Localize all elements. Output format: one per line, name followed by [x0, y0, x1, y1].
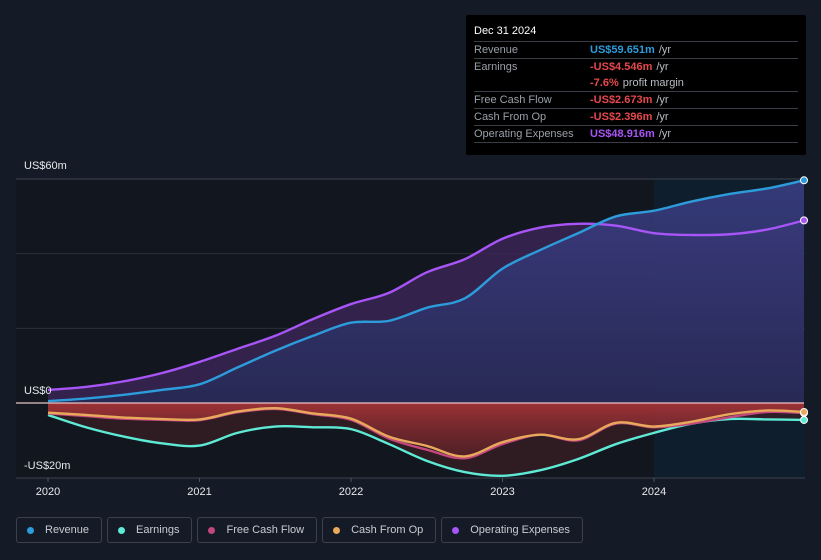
legend-item-cash-from-op[interactable]: Cash From Op — [322, 517, 437, 543]
endpoint-earnings — [800, 415, 808, 424]
legend: Revenue Earnings Free Cash Flow Cash From O… — [16, 517, 583, 543]
tooltip-row: Cash From Op -US$2.396m/yr — [474, 108, 798, 125]
tooltip-row: -7.6% profit margin — [474, 75, 798, 91]
tooltip-row-unit: /yr — [658, 44, 672, 56]
endpoint-operating-expenses — [800, 216, 808, 225]
tooltip-date: Dec 31 2024 — [474, 25, 537, 37]
tooltip-row-unit: /yr — [658, 128, 672, 140]
x-tick-label: 2020 — [36, 486, 60, 498]
legend-dot-icon — [27, 526, 34, 534]
tooltip-row-label: Cash From Op — [474, 111, 547, 123]
tooltip-row-label: Free Cash Flow — [474, 94, 552, 106]
x-tick-label: 2023 — [490, 486, 514, 498]
tooltip-row-value: US$59.651m — [590, 44, 655, 56]
tooltip-row-unit: /yr — [656, 111, 669, 123]
tooltip-row-label: Earnings — [474, 61, 518, 73]
x-tick-label: 2024 — [642, 486, 666, 498]
tooltip-row-label: Revenue — [474, 44, 519, 56]
legend-label: Free Cash Flow — [226, 524, 305, 536]
legend-dot-icon — [118, 526, 126, 534]
legend-item-free-cash-flow[interactable]: Free Cash Flow — [197, 517, 318, 543]
x-tick-label: 2022 — [339, 486, 363, 498]
legend-dot-icon — [208, 526, 216, 534]
tooltip-row-value: -US$2.396m — [590, 111, 653, 123]
legend-label: Cash From Op — [351, 524, 424, 536]
tooltip-row-label — [474, 75, 590, 91]
y-axis-label-top: US$60m — [24, 160, 67, 172]
x-tick-label: 2021 — [187, 486, 211, 498]
tooltip: Dec 31 2024 Revenue US$59.651m/yr Earnings… — [466, 15, 806, 155]
legend-item-earnings[interactable]: Earnings — [107, 517, 193, 543]
tooltip-row-value: -7.6% — [590, 77, 619, 89]
tooltip-row: Operating Expenses US$48.916m/yr — [474, 125, 798, 143]
legend-dot-icon — [333, 526, 341, 534]
endpoint-revenue — [800, 176, 808, 185]
tooltip-row-unit: /yr — [656, 94, 669, 106]
endpoint-cash-from-op — [800, 407, 808, 416]
legend-dot-icon — [452, 526, 460, 534]
tooltip-row-unit: profit margin — [622, 77, 684, 89]
tooltip-row: Revenue US$59.651m/yr — [474, 41, 798, 58]
legend-label: Earnings — [136, 524, 180, 536]
y-axis-label-bottom: -US$20m — [24, 460, 71, 472]
x-axis: 2020 2021 2022 2023 2024 — [36, 478, 666, 498]
legend-item-operating-expenses[interactable]: Operating Expenses — [441, 517, 583, 543]
legend-label: Revenue — [45, 524, 90, 536]
tooltip-row-value: -US$2.673m — [590, 94, 653, 106]
legend-label: Operating Expenses — [470, 524, 570, 536]
y-axis-label-zero: US$0 — [24, 385, 52, 397]
tooltip-row-unit: /yr — [656, 61, 669, 73]
tooltip-row-value: US$48.916m — [590, 128, 655, 140]
tooltip-row: Earnings -US$4.546m/yr — [474, 58, 798, 75]
legend-item-revenue[interactable]: Revenue — [16, 517, 103, 543]
tooltip-row-label: Operating Expenses — [474, 128, 574, 140]
tooltip-row: Free Cash Flow -US$2.673m/yr — [474, 91, 798, 108]
tooltip-row-value: -US$4.546m — [590, 61, 653, 73]
